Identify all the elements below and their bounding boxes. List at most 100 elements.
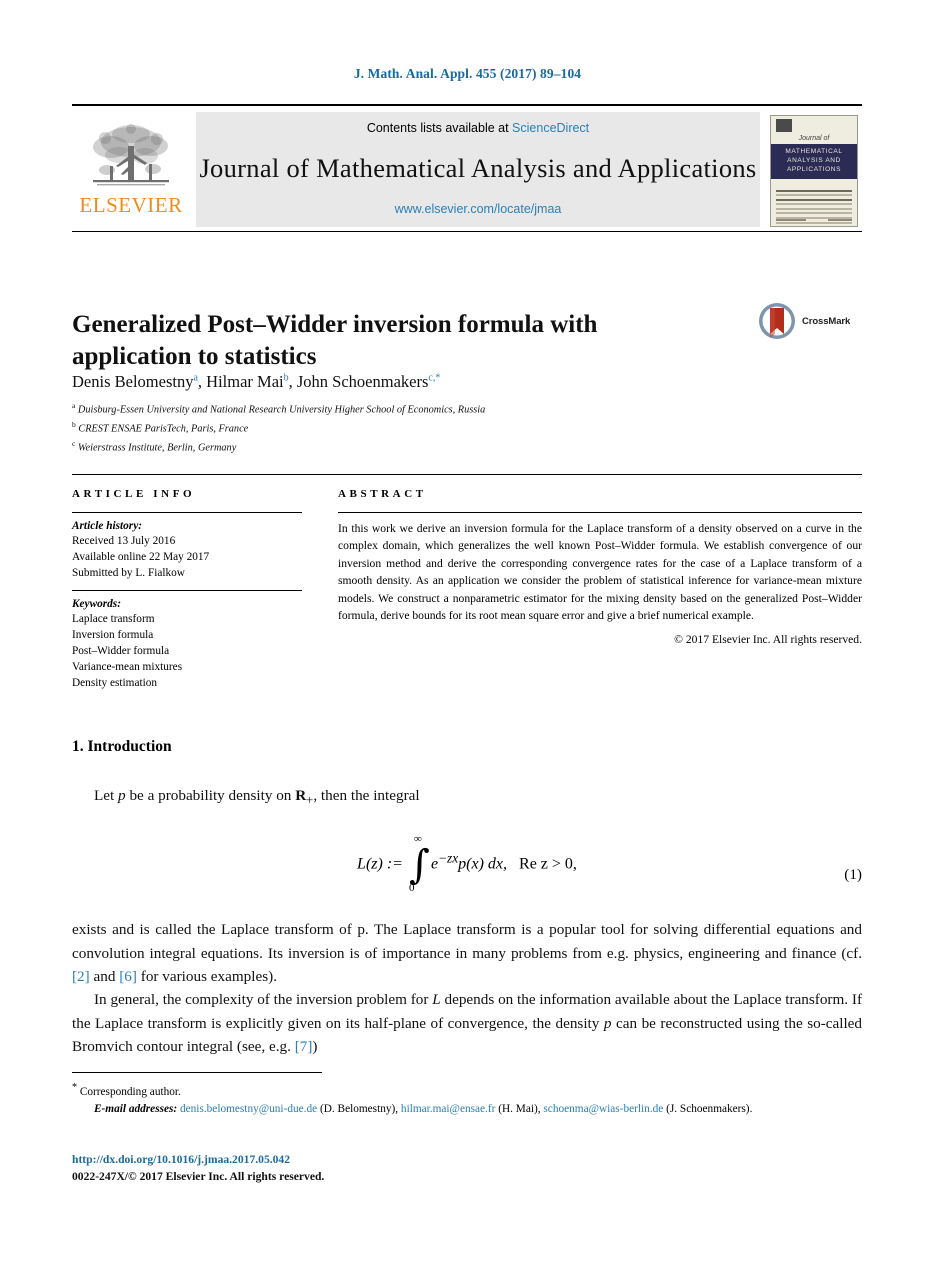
crossmark-label: CrossMark <box>802 315 851 327</box>
doi-block: http://dx.doi.org/10.1016/j.jmaa.2017.05… <box>72 1152 862 1186</box>
author-2: Hilmar Maib <box>206 372 288 391</box>
paragraph3-a: In general, the complexity of the invers… <box>94 991 429 1008</box>
equation-exponent: −zx <box>438 850 459 866</box>
display-equation-1: L(z) := ∞ ∫ 0 e−zxp(x) dx, Re z > 0, (1) <box>72 833 862 914</box>
history-submitted-by: Submitted by L. Fialkow <box>72 567 185 580</box>
affiliation-c: c Weierstrass Institute, Berlin, Germany <box>72 438 862 457</box>
corresponding-author-mark: * <box>72 1082 77 1093</box>
keyword-item: Inversion formula <box>72 629 154 642</box>
footnote-corresponding-author: * Corresponding author. <box>72 1080 862 1101</box>
paragraph2-end: for various examples). <box>140 968 277 986</box>
footnote-emails: E-mail addresses: denis.belomestny@uni-d… <box>72 1101 862 1118</box>
abstract-column: ABSTRACT In this work we derive an inver… <box>338 488 862 646</box>
math-p: p <box>118 787 126 804</box>
crossmark-icon <box>759 303 795 339</box>
email-link-belomestny[interactable]: denis.belomestny@uni-due.de <box>180 1103 317 1115</box>
math-p2: p <box>603 1014 612 1032</box>
lead-end: , then the integral <box>313 787 420 804</box>
citation-link-6[interactable]: [6] <box>119 968 137 985</box>
running-head: J. Math. Anal. Appl. 455 (2017) 89–104 <box>353 66 582 81</box>
author-list: Denis Belomestnya, Hilmar Maib, John Sch… <box>72 372 862 392</box>
abstract-heading: ABSTRACT <box>338 488 427 500</box>
affiliation-b-mark: b <box>72 420 76 430</box>
author-2-name: Hilmar Mai <box>206 372 284 391</box>
journal-title: Journal of Mathematical Analysis and App… <box>199 153 757 183</box>
author-sep-2: , <box>288 372 297 391</box>
cover-elsevier-mark <box>776 118 792 132</box>
affiliation-c-mark: c <box>72 439 76 449</box>
keywords-block: Keywords: Laplace transform Inversion fo… <box>72 598 302 691</box>
crossmark-badge[interactable]: CrossMark <box>757 300 857 342</box>
contents-banner: Contents lists available at ScienceDirec… <box>196 112 760 227</box>
keyword-item: Density estimation <box>72 677 158 690</box>
email-label: E-mail addresses: <box>94 1102 178 1115</box>
affiliation-list: a Duisburg-Essen University and National… <box>72 400 862 457</box>
keyword-item: Variance-mean mixtures <box>72 661 183 674</box>
affiliation-a: a Duisburg-Essen University and National… <box>72 400 862 419</box>
paragraph2-mid: and <box>93 968 116 986</box>
abstract-text: In this work we derive an inversion form… <box>338 522 862 622</box>
equation-lhs: L(z) := <box>357 855 403 873</box>
footnote-block: * Corresponding author. E-mail addresses… <box>72 1080 862 1118</box>
paragraph-intro-lead: Let p be a probability density on R+, th… <box>72 784 862 811</box>
citation-link-2[interactable]: [2] <box>72 968 90 985</box>
article-history-title: Article history: <box>72 520 142 532</box>
integral-lower-limit: 0 <box>408 882 415 894</box>
section-heading-introduction: 1. Introduction <box>72 738 172 755</box>
cover-band-line3: APPLICATIONS <box>786 166 842 174</box>
equation-condition: Re z > 0, <box>519 855 577 873</box>
paragraph3-d: ) <box>312 1038 318 1056</box>
email-owner-1: (D. Belomestny), <box>319 1102 399 1115</box>
issn-copyright-line: 0022-247X/© 2017 Elsevier Inc. All right… <box>72 1169 325 1183</box>
lead-post: be a probability density on <box>125 787 296 804</box>
contents-available-line: Contents lists available at ScienceDirec… <box>367 121 589 135</box>
math-rplus: R <box>295 787 307 804</box>
footnote-divider <box>72 1072 322 1073</box>
article-history-block: Article history: Received 13 July 2016 A… <box>72 520 302 581</box>
lead-pre: Let <box>94 787 119 804</box>
equation-density: p(x) dx, <box>458 855 508 873</box>
journal-cover-thumbnail: Journal of MATHEMATICAL ANALYSIS AND APP… <box>766 110 862 231</box>
sciencedirect-link[interactable]: ScienceDirect <box>512 121 589 135</box>
paragraph2-text: exists and is called the Laplace transfo… <box>72 921 862 962</box>
abstract-rule <box>338 512 862 513</box>
affiliation-c-text: Weierstrass Institute, Berlin, Germany <box>77 442 237 454</box>
cover-footer <box>776 218 852 221</box>
keywords-title: Keywords: <box>72 598 121 611</box>
journal-homepage-link[interactable]: www.elsevier.com/locate/jmaa <box>395 202 562 216</box>
cover-contents-lines <box>776 189 852 226</box>
integral-sign: ∞ ∫ 0 <box>408 833 430 894</box>
elsevier-tree-icon <box>93 123 169 185</box>
corresponding-author-text: Corresponding author. <box>79 1085 181 1098</box>
article-info-column: ARTICLE INFO Article history: Received 1… <box>72 488 302 691</box>
email-owner-3: (J. Schoenmakers). <box>666 1102 753 1115</box>
author-3-name: John Schoenmakers <box>296 372 429 391</box>
history-received: Received 13 July 2016 <box>72 535 176 547</box>
author-1-name: Denis Belomestny <box>72 372 194 391</box>
math-L: L <box>432 991 441 1008</box>
cover-title-band: MATHEMATICAL ANALYSIS AND APPLICATIONS <box>771 143 857 179</box>
article-info-rule-top <box>72 512 302 513</box>
doi-link[interactable]: http://dx.doi.org/10.1016/j.jmaa.2017.05… <box>72 1152 862 1169</box>
article-info-rule-mid <box>72 590 302 592</box>
keyword-item: Laplace transform <box>72 613 155 626</box>
email-link-mai[interactable]: hilmar.mai@ensae.fr <box>401 1103 495 1115</box>
affiliation-b: b CREST ENSAE ParisTech, Paris, France <box>72 419 862 438</box>
page-title: Generalized Post–Widder inversion formul… <box>72 310 598 370</box>
author-3-marks: c,* <box>428 372 441 384</box>
citation-link-7[interactable]: [7] <box>295 1038 313 1055</box>
cover-band-line1: MATHEMATICAL <box>785 147 843 155</box>
equation-integrand: e <box>430 855 439 873</box>
abstract-copyright: © 2017 Elsevier Inc. All rights reserved… <box>674 633 862 647</box>
paragraph-inversion-complexity: In general, the complexity of the invers… <box>72 988 862 1059</box>
equation-body: L(z) := ∞ ∫ 0 e−zxp(x) dx, Re z > 0, <box>72 833 862 894</box>
history-available-online: Available online 22 May 2017 <box>72 551 210 564</box>
journal-article-page: J. Math. Anal. Appl. 455 (2017) 89–104 E… <box>0 0 935 1266</box>
email-link-schoenmakers[interactable]: schoenma@wias-berlin.de <box>543 1103 663 1115</box>
keyword-item: Post–Widder formula <box>72 645 170 658</box>
article-info-heading: ARTICLE INFO <box>72 488 196 500</box>
affiliation-a-mark: a <box>72 401 76 410</box>
journal-masthead: ELSEVIER Contents lists available at Sci… <box>72 104 862 232</box>
author-1: Denis Belomestnya <box>72 372 198 391</box>
elsevier-logo: ELSEVIER <box>72 110 190 231</box>
